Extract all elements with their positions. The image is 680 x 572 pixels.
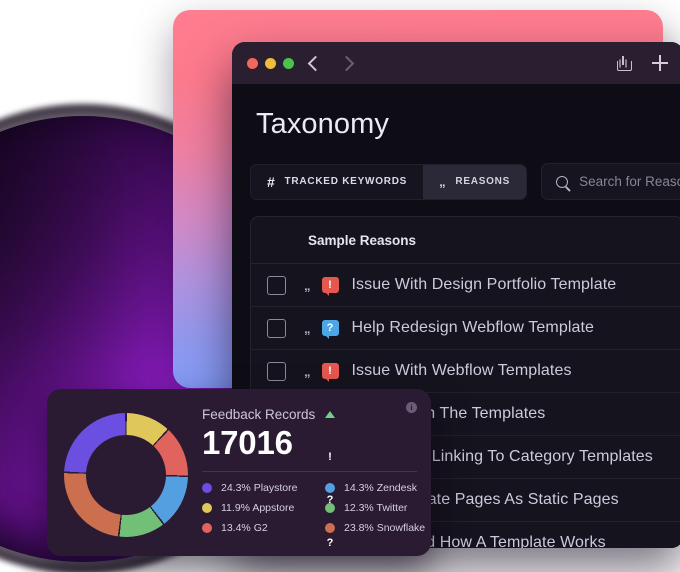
chevron-right-icon[interactable] (338, 55, 355, 71)
tab-tracked-keywords[interactable]: # TRACKED KEYWORDS (251, 165, 423, 199)
feedback-records-card: i Feedback Records 17016 24.3% Playstore… (47, 389, 431, 556)
window-titlebar (232, 42, 680, 84)
row-checkbox[interactable] (267, 318, 286, 338)
alert-badge-icon: ! (321, 277, 339, 296)
alert-badge-icon: ! (321, 363, 339, 382)
minimize-button[interactable] (265, 57, 276, 69)
table-row[interactable]: „! Issue With Webflow Templates (251, 350, 680, 393)
plus-icon[interactable] (652, 55, 668, 71)
feedback-title: Feedback Records (202, 407, 316, 422)
tab-reasons-label: REASONS (455, 176, 511, 187)
quote-icon: „ (304, 277, 311, 293)
legend-label: 12.3% Twitter (344, 502, 408, 514)
row-checkbox[interactable] (267, 361, 286, 381)
quote-icon: „ (439, 174, 447, 189)
legend-color-dot (325, 523, 335, 533)
search-placeholder: Search for Reasons (579, 174, 680, 189)
divider (202, 471, 417, 472)
question-badge-icon: ? (321, 320, 339, 339)
page-title: Taxonomy (256, 108, 389, 140)
hash-icon: # (267, 173, 276, 190)
share-icon[interactable] (617, 55, 632, 71)
badge-glyph: ? (326, 322, 334, 334)
happy-glyph (325, 410, 335, 418)
row-label: Help Redesign Webflow Template (351, 319, 595, 336)
legend-color-dot (325, 483, 335, 493)
feedback-value: 17016 (202, 424, 293, 461)
legend-label: 13.4% G2 (221, 522, 268, 534)
legend-color-dot (202, 483, 212, 493)
zoom-button[interactable] (283, 57, 294, 69)
donut-hole (86, 435, 166, 515)
legend-label: 11.9% Appstore (221, 502, 295, 514)
legend-item: 13.4% G2 (202, 522, 325, 534)
quote-icon: „ (304, 320, 311, 336)
chevron-left-icon[interactable] (307, 55, 324, 71)
badge-glyph: ? (326, 494, 334, 506)
legend-item: 24.3% Playstore (202, 482, 325, 494)
feedback-summary: Feedback Records 17016 24.3% Playstore 14… (202, 407, 425, 534)
row-checkbox[interactable] (267, 275, 286, 295)
close-button[interactable] (247, 57, 258, 69)
table-row[interactable]: „! Issue With Design Portfolio Template (251, 264, 680, 307)
tab-tracked-keywords-label: TRACKED KEYWORDS (284, 176, 408, 187)
legend-item: 23.8% Snowflake (325, 522, 425, 534)
table-column-header: Sample Reasons (251, 217, 680, 264)
legend-label: 24.3% Playstore (221, 482, 298, 494)
row-label: Issue With Webflow Templates (351, 362, 572, 379)
donut-chart (64, 413, 188, 537)
badge-glyph: ? (326, 537, 334, 548)
table-row[interactable]: „? Help Redesign Webflow Template (251, 307, 680, 350)
titlebar-actions (617, 55, 668, 71)
tab-group: # TRACKED KEYWORDS „ REASONS (250, 163, 528, 200)
search-icon (556, 175, 569, 188)
toolbar: # TRACKED KEYWORDS „ REASONS Search for … (232, 141, 680, 200)
legend-item: 14.3% Zendesk (325, 482, 425, 494)
search-input[interactable]: Search for Reasons (541, 163, 680, 200)
screenshot-stage: Taxonomy # TRACKED KEYWORDS „ REASONS Se… (0, 0, 680, 572)
legend-color-dot (202, 503, 212, 513)
legend-label: 14.3% Zendesk (344, 482, 417, 494)
tab-reasons[interactable]: „ REASONS (423, 164, 527, 199)
badge-glyph: ! (328, 451, 332, 463)
legend-item: 11.9% Appstore (202, 502, 325, 514)
legend-color-dot (202, 523, 212, 533)
chart-legend: 24.3% Playstore 14.3% Zendesk 11.9% Appsto… (202, 482, 425, 534)
legend-label: 23.8% Snowflake (344, 522, 426, 534)
traffic-lights (247, 57, 294, 69)
legend-item: 12.3% Twitter (325, 502, 425, 514)
badge-glyph: ! (328, 279, 332, 291)
row-label: Issue With Design Portfolio Template (351, 276, 617, 293)
badge-glyph: ! (328, 365, 332, 377)
nav-buttons (307, 55, 355, 71)
quote-icon: „ (304, 363, 311, 379)
